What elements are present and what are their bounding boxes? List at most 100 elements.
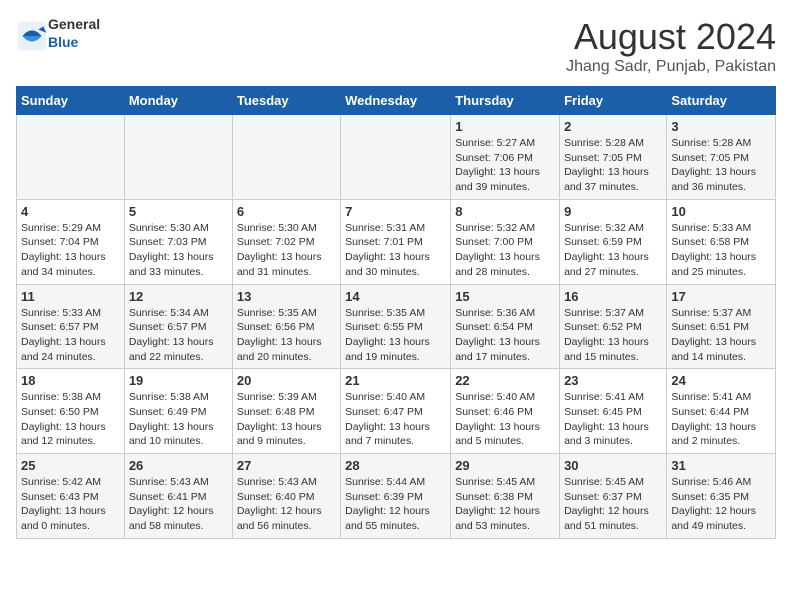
calendar-cell: 1 Sunrise: 5:27 AM Sunset: 7:06 PM Daylig…	[451, 115, 560, 200]
calendar-cell: 22Sunrise: 5:40 AM Sunset: 6:46 PM Dayli…	[451, 369, 560, 454]
day-info: Sunrise: 5:33 AM Sunset: 6:58 PM Dayligh…	[671, 221, 771, 280]
day-number: 27	[237, 458, 336, 473]
day-number: 1	[455, 119, 555, 134]
day-info: Sunrise: 5:46 AM Sunset: 6:35 PM Dayligh…	[671, 475, 771, 534]
day-info: Sunrise: 5:31 AM Sunset: 7:01 PM Dayligh…	[345, 221, 446, 280]
calendar-cell: 2 Sunrise: 5:28 AM Sunset: 7:05 PM Daylig…	[560, 115, 667, 200]
calendar-cell	[341, 115, 451, 200]
weekday-header-tuesday: Tuesday	[232, 87, 340, 115]
calendar-cell: 8 Sunrise: 5:32 AM Sunset: 7:00 PM Daylig…	[451, 199, 560, 284]
day-info: Sunrise: 5:38 AM Sunset: 6:50 PM Dayligh…	[21, 390, 120, 449]
calendar-cell: 15 Sunrise: 5:36 AM Sunset: 6:54 PM Dayli…	[451, 284, 560, 369]
calendar-cell: 20 Sunrise: 5:39 AM Sunset: 6:48 PM Dayli…	[232, 369, 340, 454]
day-info: Sunrise: 5:40 AM Sunset: 6:47 PM Dayligh…	[345, 390, 446, 449]
day-number: 15	[455, 289, 555, 304]
page-header: General Blue August 2024 Jhang Sadr, Pun…	[16, 16, 776, 76]
calendar-cell: 11 Sunrise: 5:33 AM Sunset: 6:57 PM Dayli…	[17, 284, 125, 369]
calendar-cell: 27Sunrise: 5:43 AM Sunset: 6:40 PM Dayli…	[232, 454, 340, 539]
day-number: 4	[21, 204, 120, 219]
logo-blue: Blue	[48, 34, 78, 50]
day-info: Sunrise: 5:43 AM Sunset: 6:41 PM Dayligh…	[129, 475, 228, 534]
calendar-cell: 6 Sunrise: 5:30 AM Sunset: 7:02 PM Daylig…	[232, 199, 340, 284]
day-info: Sunrise: 5:36 AM Sunset: 6:54 PM Dayligh…	[455, 306, 555, 365]
day-info: Sunrise: 5:45 AM Sunset: 6:37 PM Dayligh…	[564, 475, 662, 534]
day-number: 8	[455, 204, 555, 219]
weekday-header-sunday: Sunday	[17, 87, 125, 115]
calendar-cell: 4 Sunrise: 5:29 AM Sunset: 7:04 PM Daylig…	[17, 199, 125, 284]
day-info: Sunrise: 5:28 AM Sunset: 7:05 PM Dayligh…	[564, 136, 662, 195]
day-number: 28	[345, 458, 446, 473]
calendar-cell: 17 Sunrise: 5:37 AM Sunset: 6:51 PM Dayli…	[667, 284, 776, 369]
week-row-3: 11 Sunrise: 5:33 AM Sunset: 6:57 PM Dayli…	[17, 284, 776, 369]
day-number: 20	[237, 373, 336, 388]
day-info: Sunrise: 5:45 AM Sunset: 6:38 PM Dayligh…	[455, 475, 555, 534]
calendar-cell: 30 Sunrise: 5:45 AM Sunset: 6:37 PM Dayli…	[560, 454, 667, 539]
day-info: Sunrise: 5:35 AM Sunset: 6:56 PM Dayligh…	[237, 306, 336, 365]
calendar-cell: 13 Sunrise: 5:35 AM Sunset: 6:56 PM Dayli…	[232, 284, 340, 369]
day-number: 31	[671, 458, 771, 473]
calendar-cell: 14 Sunrise: 5:35 AM Sunset: 6:55 PM Dayli…	[341, 284, 451, 369]
logo: General Blue	[16, 16, 100, 52]
week-row-5: 25Sunrise: 5:42 AM Sunset: 6:43 PM Dayli…	[17, 454, 776, 539]
day-info: Sunrise: 5:41 AM Sunset: 6:44 PM Dayligh…	[671, 390, 771, 449]
day-info: Sunrise: 5:39 AM Sunset: 6:48 PM Dayligh…	[237, 390, 336, 449]
weekday-header-wednesday: Wednesday	[341, 87, 451, 115]
calendar-cell: 28Sunrise: 5:44 AM Sunset: 6:39 PM Dayli…	[341, 454, 451, 539]
day-number: 16	[564, 289, 662, 304]
calendar-cell: 7 Sunrise: 5:31 AM Sunset: 7:01 PM Daylig…	[341, 199, 451, 284]
day-info: Sunrise: 5:35 AM Sunset: 6:55 PM Dayligh…	[345, 306, 446, 365]
day-number: 10	[671, 204, 771, 219]
calendar-cell: 23 Sunrise: 5:41 AM Sunset: 6:45 PM Dayli…	[560, 369, 667, 454]
day-number: 24	[671, 373, 771, 388]
day-info: Sunrise: 5:32 AM Sunset: 6:59 PM Dayligh…	[564, 221, 662, 280]
day-info: Sunrise: 5:38 AM Sunset: 6:49 PM Dayligh…	[129, 390, 228, 449]
weekday-header-saturday: Saturday	[667, 87, 776, 115]
week-row-2: 4 Sunrise: 5:29 AM Sunset: 7:04 PM Daylig…	[17, 199, 776, 284]
day-number: 13	[237, 289, 336, 304]
day-info: Sunrise: 5:40 AM Sunset: 6:46 PM Dayligh…	[455, 390, 555, 449]
calendar-cell: 31 Sunrise: 5:46 AM Sunset: 6:35 PM Dayli…	[667, 454, 776, 539]
weekday-header-thursday: Thursday	[451, 87, 560, 115]
day-info: Sunrise: 5:37 AM Sunset: 6:51 PM Dayligh…	[671, 306, 771, 365]
day-number: 26	[129, 458, 228, 473]
calendar-cell: 18Sunrise: 5:38 AM Sunset: 6:50 PM Dayli…	[17, 369, 125, 454]
calendar-cell: 26 Sunrise: 5:43 AM Sunset: 6:41 PM Dayli…	[124, 454, 232, 539]
calendar-cell: 29Sunrise: 5:45 AM Sunset: 6:38 PM Dayli…	[451, 454, 560, 539]
logo-icon	[16, 20, 44, 48]
day-number: 19	[129, 373, 228, 388]
calendar-cell: 12 Sunrise: 5:34 AM Sunset: 6:57 PM Dayli…	[124, 284, 232, 369]
day-number: 11	[21, 289, 120, 304]
calendar-cell: 16Sunrise: 5:37 AM Sunset: 6:52 PM Dayli…	[560, 284, 667, 369]
day-info: Sunrise: 5:34 AM Sunset: 6:57 PM Dayligh…	[129, 306, 228, 365]
day-info: Sunrise: 5:41 AM Sunset: 6:45 PM Dayligh…	[564, 390, 662, 449]
day-number: 17	[671, 289, 771, 304]
day-info: Sunrise: 5:28 AM Sunset: 7:05 PM Dayligh…	[671, 136, 771, 195]
logo-general: General	[48, 16, 100, 32]
calendar-cell: 10 Sunrise: 5:33 AM Sunset: 6:58 PM Dayli…	[667, 199, 776, 284]
calendar-cell: 25Sunrise: 5:42 AM Sunset: 6:43 PM Dayli…	[17, 454, 125, 539]
day-number: 2	[564, 119, 662, 134]
day-number: 9	[564, 204, 662, 219]
day-number: 6	[237, 204, 336, 219]
day-info: Sunrise: 5:29 AM Sunset: 7:04 PM Dayligh…	[21, 221, 120, 280]
day-number: 12	[129, 289, 228, 304]
calendar-cell: 19 Sunrise: 5:38 AM Sunset: 6:49 PM Dayli…	[124, 369, 232, 454]
day-number: 30	[564, 458, 662, 473]
day-number: 23	[564, 373, 662, 388]
day-number: 7	[345, 204, 446, 219]
calendar-cell: 3 Sunrise: 5:28 AM Sunset: 7:05 PM Daylig…	[667, 115, 776, 200]
day-info: Sunrise: 5:27 AM Sunset: 7:06 PM Dayligh…	[455, 136, 555, 195]
day-number: 3	[671, 119, 771, 134]
calendar-table: SundayMondayTuesdayWednesdayThursdayFrid…	[16, 86, 776, 539]
day-info: Sunrise: 5:32 AM Sunset: 7:00 PM Dayligh…	[455, 221, 555, 280]
location-title: Jhang Sadr, Punjab, Pakistan	[566, 58, 776, 76]
calendar-cell: 5Sunrise: 5:30 AM Sunset: 7:03 PM Daylig…	[124, 199, 232, 284]
calendar-cell: 9 Sunrise: 5:32 AM Sunset: 6:59 PM Daylig…	[560, 199, 667, 284]
day-info: Sunrise: 5:33 AM Sunset: 6:57 PM Dayligh…	[21, 306, 120, 365]
day-info: Sunrise: 5:30 AM Sunset: 7:02 PM Dayligh…	[237, 221, 336, 280]
calendar-cell	[17, 115, 125, 200]
calendar-cell	[232, 115, 340, 200]
month-title: August 2024	[566, 16, 776, 58]
day-number: 14	[345, 289, 446, 304]
day-number: 5	[129, 204, 228, 219]
